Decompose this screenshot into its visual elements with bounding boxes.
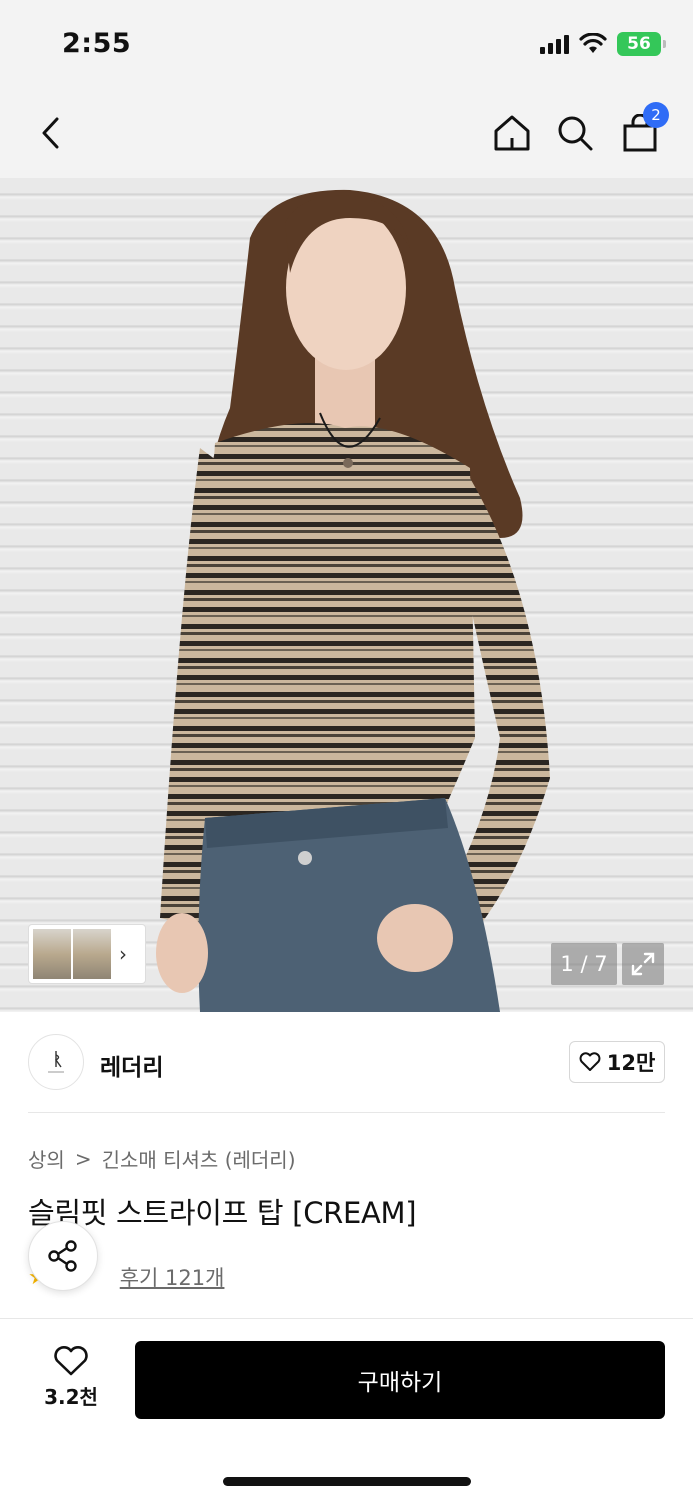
share-icon xyxy=(48,1240,77,1272)
home-icon xyxy=(494,115,530,151)
home-button[interactable] xyxy=(489,110,535,156)
review-count-link[interactable]: 후기 121개 xyxy=(120,1262,225,1292)
thumbnail-strip[interactable]: › xyxy=(28,924,146,984)
heart-outline-icon xyxy=(54,1346,88,1376)
chevron-left-icon xyxy=(42,117,59,149)
expand-icon xyxy=(631,952,655,976)
top-nav-bar: 2 xyxy=(0,90,693,178)
share-button[interactable] xyxy=(28,1221,98,1291)
battery-indicator: 56 xyxy=(617,32,666,56)
divider xyxy=(28,1112,665,1113)
brand-name[interactable]: 레더리 xyxy=(100,1048,163,1082)
battery-level: 56 xyxy=(627,34,651,54)
thumbnail-image[interactable] xyxy=(33,929,71,979)
product-photo xyxy=(156,189,550,1012)
wishlist-count: 3.2천 xyxy=(44,1385,98,1409)
breadcrumb-item[interactable]: 긴소매 티셔츠 (레더리) xyxy=(102,1144,296,1173)
status-time: 2:55 xyxy=(62,28,132,59)
cart-button[interactable]: 2 xyxy=(617,102,669,156)
bottom-action-bar: 3.2천 구매하기 xyxy=(0,1318,693,1500)
product-image-gallery[interactable]: › 1 / 7 xyxy=(0,178,693,1012)
home-indicator xyxy=(223,1477,471,1486)
wishlist-button[interactable]: 3.2천 xyxy=(36,1345,106,1415)
wifi-icon xyxy=(579,33,607,53)
brand-logo[interactable] xyxy=(28,1034,84,1090)
search-icon xyxy=(558,116,593,151)
product-title: 슬림핏 스트라이프 탑 [CREAM] xyxy=(28,1196,417,1230)
breadcrumb-item[interactable]: 상의 xyxy=(28,1144,65,1173)
cellular-signal-icon xyxy=(540,34,569,54)
thumbnail-arrow[interactable]: › xyxy=(119,942,127,966)
heart-outline-icon xyxy=(579,1052,601,1071)
thumbnail-image[interactable] xyxy=(73,929,111,979)
brand-logo-mark xyxy=(48,1051,64,1073)
buy-button[interactable]: 구매하기 xyxy=(135,1341,665,1419)
breadcrumb-separator: > xyxy=(74,1146,92,1171)
search-button[interactable] xyxy=(552,110,598,156)
brand-like-count: 12만 xyxy=(606,1051,656,1075)
image-page-indicator: 1 / 7 xyxy=(551,943,617,985)
brand-row[interactable]: 레더리 12만 xyxy=(28,1030,665,1096)
cart-count-badge: 2 xyxy=(643,102,669,128)
back-button[interactable] xyxy=(28,110,74,156)
status-bar: 2:55 56 xyxy=(0,0,693,90)
status-icons: 56 xyxy=(540,31,666,57)
brand-like-button[interactable]: 12만 xyxy=(569,1041,665,1083)
breadcrumb: 상의 > 긴소매 티셔츠 (레더리) xyxy=(28,1144,296,1173)
expand-image-button[interactable] xyxy=(622,943,664,985)
